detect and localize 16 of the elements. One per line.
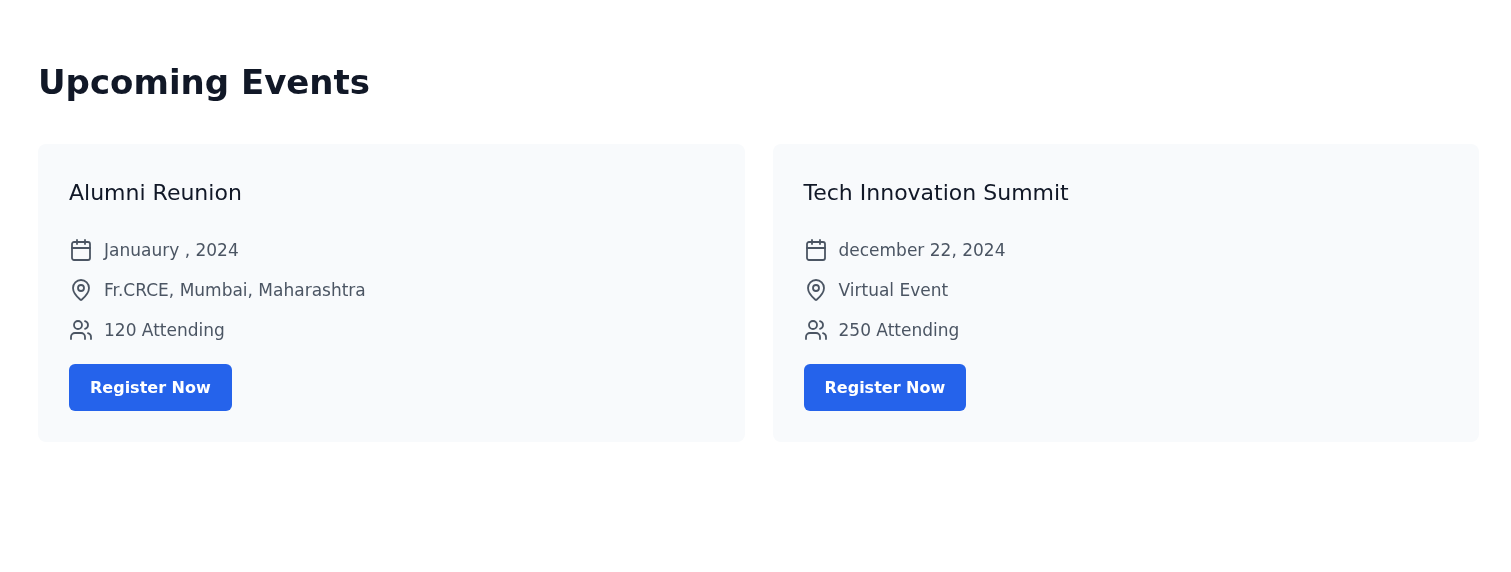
event-detail: 120 Attending [104, 320, 225, 340]
event-detail: Virtual Event [838, 280, 949, 300]
event-detail: december 22, 2024 [838, 240, 1006, 260]
people-icon [803, 318, 828, 342]
register-button[interactable]: Register Now [803, 364, 967, 411]
event-title: Tech Innovation Summit [803, 179, 1069, 207]
event-title: Alumni Reunion [69, 179, 242, 207]
calendar-icon [69, 238, 93, 262]
event-detail: Fr.CRCE, Mumbai, Maharashtra [104, 280, 366, 300]
page-title: Upcoming Events [38, 61, 372, 104]
people-icon [69, 318, 93, 342]
event-detail: Januaury , 2024 [104, 240, 239, 260]
map-pin-icon [69, 278, 93, 302]
event-detail: 250 Attending [838, 320, 960, 340]
register-button[interactable]: Register Now [69, 364, 232, 411]
calendar-icon [803, 238, 828, 262]
